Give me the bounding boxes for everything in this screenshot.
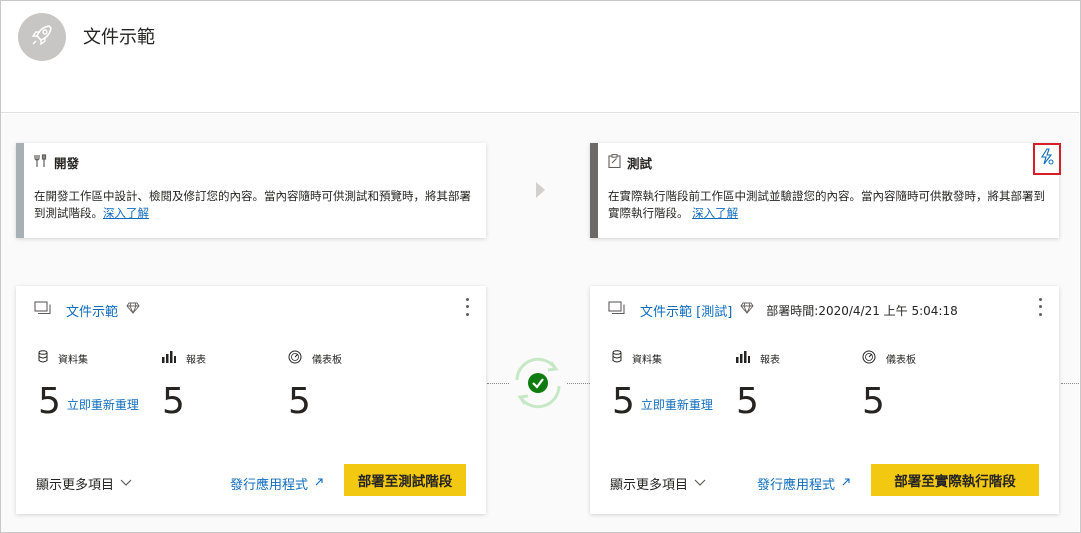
deployment-settings-button[interactable] (1033, 143, 1061, 175)
metric-value: 5 (38, 381, 61, 422)
learn-more-link[interactable]: 深入了解 (103, 206, 149, 220)
metric-dashboards: 儀表板 5 (288, 350, 408, 422)
database-icon (612, 350, 622, 366)
stage-header-development: 開發 (34, 152, 79, 172)
deploy-to-production-button[interactable]: 部署至實際執行階段 (871, 464, 1039, 496)
metric-datasets: 資料集 5 立即重新重理 (38, 350, 158, 422)
stage-description-test: 在實際執行階段前工作區中測試並驗證您的內容。當內容隨時可供散發時，將其部署到實際… (608, 188, 1047, 222)
show-more-label: 顯示更多項目 (36, 478, 115, 493)
metric-label: 資料集 (632, 354, 662, 366)
chevron-down-icon (694, 476, 706, 491)
page-header: 文件示範 (1, 1, 1079, 113)
metric-label: 儀表板 (886, 354, 916, 366)
learn-more-link[interactable]: 深入了解 (692, 206, 738, 220)
chevron-down-icon (120, 476, 132, 491)
workspace-icon (34, 301, 52, 319)
refresh-now-link[interactable]: 立即重新重理 (641, 396, 713, 413)
workspace-header: 文件示範 [測試] 部署時間:2020/4/21 上午 5:04:18 (608, 300, 958, 320)
deploy-to-test-button[interactable]: 部署至測試階段 (344, 464, 466, 496)
metric-label: 儀表板 (312, 354, 342, 366)
stage-card-test: 測試 在實際執行階段前工作區中測試並驗證您的內容。當內容隨時可供散發時，將其部署… (590, 143, 1061, 238)
deploy-time: 部署時間:2020/4/21 上午 5:04:18 (766, 303, 958, 318)
metric-reports: 報表 5 (736, 350, 856, 422)
show-more-button[interactable]: 顯示更多項目 (610, 474, 706, 493)
publish-app-link[interactable]: 發行應用程式 (230, 474, 324, 493)
stage-title-test: 測試 (627, 155, 653, 171)
metric-reports: 報表 5 (162, 350, 282, 422)
external-link-icon (314, 476, 324, 491)
connector-line-end (1061, 383, 1079, 384)
show-more-label: 顯示更多項目 (610, 478, 689, 493)
external-link-icon (841, 476, 851, 491)
workspace-card-development: 文件示範 資料集 5 立即重新重理 報表 5 儀表板 5 顯示更多項目 發行應用… (16, 286, 486, 514)
metric-label: 資料集 (58, 354, 88, 366)
workspace-name-link[interactable]: 文件示範 [測試] (640, 301, 732, 320)
tools-icon (34, 153, 48, 171)
bar-chart-icon (162, 350, 176, 366)
metric-dashboards: 儀表板 5 (862, 350, 982, 422)
metric-value: 5 (862, 381, 885, 422)
stage-header-test: 測試 (608, 152, 652, 172)
publish-app-label: 發行應用程式 (230, 478, 309, 493)
metric-label: 報表 (186, 354, 206, 366)
publish-app-link[interactable]: 發行應用程式 (757, 474, 851, 493)
workspace-avatar (18, 13, 66, 61)
rocket-icon (29, 22, 55, 52)
metric-value: 5 (612, 381, 635, 422)
pipeline-area: 開發 在開發工作區中設計、檢閱及修訂您的內容。當內容隨時可供測試和預覽時，將其部… (1, 114, 1079, 532)
stage-description-text: 在實際執行階段前工作區中測試並驗證您的內容。當內容隨時可供散發時，將其部署到實際… (608, 189, 1045, 220)
lightning-settings-icon (1039, 148, 1055, 170)
connector-line-left (487, 383, 509, 384)
clipboard-icon (608, 153, 621, 171)
diamond-icon (126, 302, 140, 318)
show-more-button[interactable]: 顯示更多項目 (36, 474, 132, 493)
stage-description-development: 在開發工作區中設計、檢閱及修訂您的內容。當內容隨時可供測試和預覽時，將其部署到測… (34, 188, 474, 222)
stage-card-development: 開發 在開發工作區中設計、檢閱及修訂您的內容。當內容隨時可供測試和預覽時，將其部… (16, 143, 486, 238)
workspace-icon (608, 301, 626, 319)
metric-datasets: 資料集 5 立即重新重理 (612, 350, 732, 422)
gauge-icon (288, 350, 302, 367)
workspace-name-link[interactable]: 文件示範 (66, 301, 118, 320)
gauge-icon (862, 350, 876, 367)
more-options-button[interactable] (1035, 296, 1045, 318)
more-options-button[interactable] (462, 296, 472, 318)
workspace-header: 文件示範 (34, 300, 140, 320)
metric-value: 5 (288, 381, 311, 422)
bar-chart-icon (736, 350, 750, 366)
metric-value: 5 (162, 381, 185, 422)
refresh-now-link[interactable]: 立即重新重理 (67, 396, 139, 413)
page-title: 文件示範 (83, 27, 155, 48)
metric-value: 5 (736, 381, 759, 422)
sync-status (509, 354, 567, 412)
metric-label: 報表 (760, 354, 780, 366)
stage-description-text: 在開發工作區中設計、檢閱及修訂您的內容。當內容隨時可供測試和預覽時，將其部署到測… (34, 189, 471, 220)
diamond-icon (740, 302, 754, 318)
sync-success-icon (509, 357, 567, 416)
chevron-right-icon (536, 182, 545, 198)
connector-line-right (567, 383, 590, 384)
publish-app-label: 發行應用程式 (757, 478, 836, 493)
stage-title-development: 開發 (54, 155, 80, 171)
workspace-card-test: 文件示範 [測試] 部署時間:2020/4/21 上午 5:04:18 資料集 … (590, 286, 1059, 514)
database-icon (38, 350, 48, 366)
